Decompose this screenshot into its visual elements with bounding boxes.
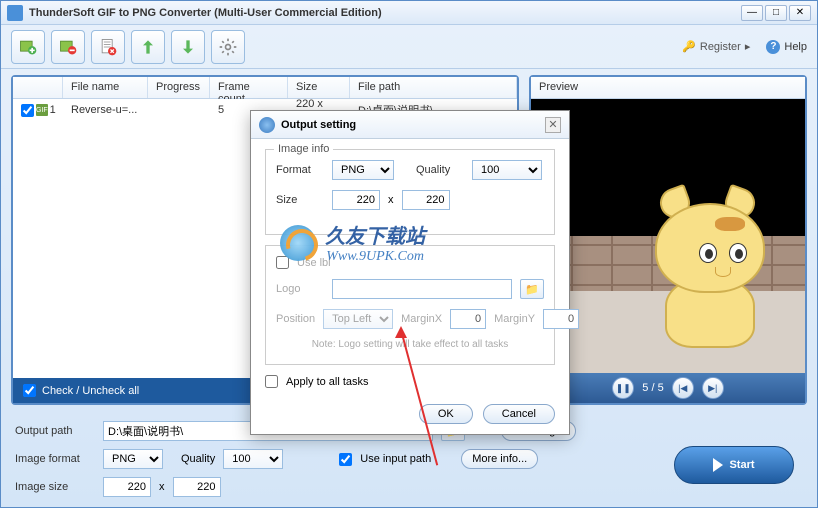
dlg-format-label: Format <box>276 164 324 176</box>
dlg-cancel-button[interactable]: Cancel <box>483 404 555 424</box>
cell-progress <box>148 106 210 114</box>
next-frame-button[interactable]: ▶| <box>702 377 724 399</box>
help-link[interactable]: ?Help <box>766 40 807 54</box>
dlg-quality-label: Quality <box>416 164 464 176</box>
folder-icon: 📁 <box>525 283 539 296</box>
col-framecount[interactable]: Frame count <box>210 77 288 98</box>
minimize-button[interactable]: — <box>741 5 763 21</box>
image-info-fieldset: Image info Format PNG Quality 100 Size x <box>265 149 555 235</box>
help-icon: ? <box>766 40 780 54</box>
use-input-path-label: Use input path <box>360 453 431 465</box>
use-input-path-checkbox[interactable] <box>339 453 352 466</box>
maximize-button[interactable]: □ <box>765 5 787 21</box>
close-button[interactable]: ✕ <box>789 5 811 21</box>
dlg-marginy-label: MarginY <box>494 313 535 325</box>
col-filename[interactable]: File name <box>63 77 148 98</box>
window-title: ThunderSoft GIF to PNG Converter (Multi-… <box>29 7 741 19</box>
image-format-label: Image format <box>15 453 95 465</box>
output-setting-dialog: Output setting ✕ Image info Format PNG Q… <box>250 110 570 435</box>
dlg-use-label: Use lbl <box>297 257 345 269</box>
add-file-button[interactable] <box>11 30 45 64</box>
col-filepath[interactable]: File path <box>350 77 517 98</box>
size-x: x <box>159 481 165 493</box>
table-header: File name Progress Frame count Size File… <box>13 77 517 99</box>
app-icon <box>7 5 23 21</box>
dlg-marginy-input <box>543 309 579 329</box>
image-size-label: Image size <box>15 481 95 493</box>
remove-file-button[interactable] <box>51 30 85 64</box>
preview-panel: Preview ❚❚ 5 / 5 |◀ ▶| <box>529 75 807 405</box>
register-link[interactable]: 🔑Register▸ <box>682 40 750 53</box>
dlg-marginx-input <box>450 309 486 329</box>
more-info-button[interactable]: More info... <box>461 449 538 469</box>
prev-frame-button[interactable]: |◀ <box>672 377 694 399</box>
height-input[interactable] <box>173 477 221 497</box>
dialog-title-text: Output setting <box>281 119 539 131</box>
quality-label: Quality <box>181 453 215 465</box>
dlg-ok-button[interactable]: OK <box>419 404 473 424</box>
move-down-button[interactable] <box>171 30 205 64</box>
check-all-label: Check / Uncheck all <box>42 385 139 397</box>
dlg-use-logo-checkbox[interactable] <box>276 256 289 269</box>
quality-select[interactable]: 100 <box>223 449 283 469</box>
logo-fieldset: Use lbl Logo 📁 Position Top Left MarginX… <box>265 245 555 365</box>
start-button[interactable]: Start <box>674 446 794 484</box>
dlg-apply-all-label: Apply to all tasks <box>286 376 369 388</box>
dlg-logo-browse-button[interactable]: 📁 <box>520 279 544 299</box>
dlg-format-select[interactable]: PNG <box>332 160 394 180</box>
settings-button[interactable] <box>211 30 245 64</box>
titlebar: ThunderSoft GIF to PNG Converter (Multi-… <box>1 1 817 25</box>
move-up-button[interactable] <box>131 30 165 64</box>
preview-title: Preview <box>531 77 805 99</box>
dlg-note: Note: Logo setting will take effect to a… <box>276 339 544 350</box>
toolbar: 🔑Register▸ ?Help <box>1 25 817 69</box>
dlg-quality-select[interactable]: 100 <box>472 160 542 180</box>
dialog-close-button[interactable]: ✕ <box>545 117 561 133</box>
dlg-marginx-label: MarginX <box>401 313 442 325</box>
width-input[interactable] <box>103 477 151 497</box>
dlg-position-select: Top Left <box>323 309 393 329</box>
row-checkbox[interactable] <box>21 104 34 117</box>
cell-filename: Reverse-u=... <box>63 100 148 120</box>
dlg-width-input[interactable] <box>332 190 380 210</box>
key-icon: 🔑 <box>682 40 696 53</box>
dlg-logo-label: Logo <box>276 283 324 295</box>
frame-counter: 5 / 5 <box>642 382 663 394</box>
col-progress[interactable]: Progress <box>148 77 210 98</box>
dlg-position-label: Position <box>276 313 315 325</box>
gif-icon: GIF <box>36 104 48 116</box>
dialog-icon <box>259 117 275 133</box>
check-all-checkbox[interactable] <box>23 384 36 397</box>
preview-controls: ❚❚ 5 / 5 |◀ ▶| <box>531 373 805 403</box>
dlg-logo-input <box>332 279 512 299</box>
pause-button[interactable]: ❚❚ <box>612 377 634 399</box>
image-format-select[interactable]: PNG <box>103 449 163 469</box>
image-info-legend: Image info <box>274 143 333 155</box>
clear-list-button[interactable] <box>91 30 125 64</box>
dialog-titlebar: Output setting ✕ <box>251 111 569 139</box>
output-path-label: Output path <box>15 425 95 437</box>
preview-image <box>531 99 805 373</box>
dlg-size-label: Size <box>276 194 324 206</box>
dlg-apply-all-checkbox[interactable] <box>265 375 278 388</box>
dlg-height-input[interactable] <box>402 190 450 210</box>
